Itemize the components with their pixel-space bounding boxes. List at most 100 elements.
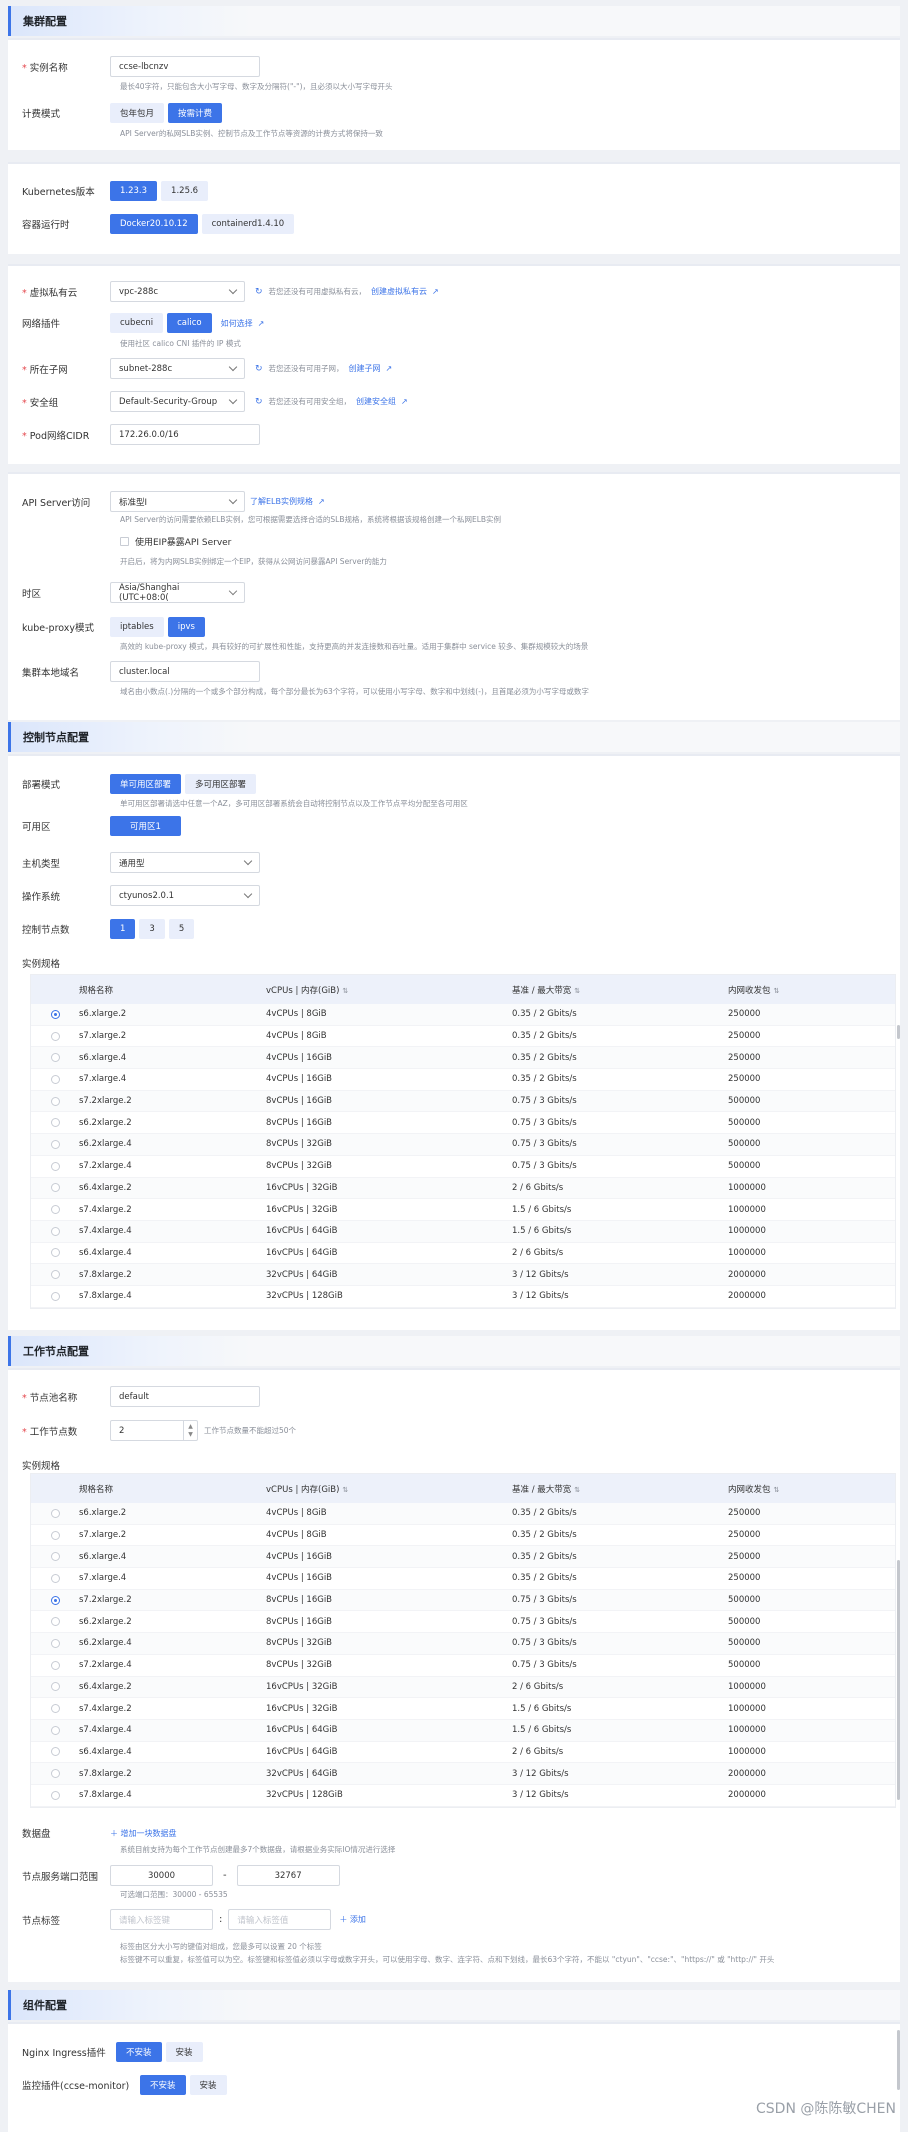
table-row[interactable]: s6.4xlarge.4 16vCPUs | 64GiB 2 / 6 Gbits/s… (31, 1243, 895, 1265)
row-radio[interactable] (50, 1053, 60, 1063)
monitor-option-install[interactable]: 安装 (189, 2075, 227, 2095)
az-option-1[interactable]: 可用区1 (110, 816, 181, 836)
row-radio[interactable] (50, 1270, 60, 1280)
worker-count-stepper[interactable]: 2 ▲ ▼ (110, 1420, 198, 1441)
row-radio[interactable] (50, 1248, 60, 1258)
table-row[interactable]: s7.xlarge.2 4vCPUs | 8GiB 0.35 / 2 Gbits/s… (31, 1525, 895, 1547)
table-row[interactable]: s7.4xlarge.4 16vCPUs | 64GiB 1.5 / 6 Gbits… (31, 1719, 895, 1742)
k8s-version-option-1[interactable]: 1.23.3 (110, 181, 158, 201)
table-row[interactable]: s7.xlarge.4 4vCPUs | 16GiB 0.35 / 2 Gbits/… (31, 1069, 895, 1091)
add-data-disk-link[interactable]: ＋ 增加一块数据盘 (110, 1828, 177, 1839)
create-security-group-link[interactable]: 创建安全组 (356, 396, 396, 407)
table-row[interactable]: s7.4xlarge.2 16vCPUs | 32GiB 1.5 / 6 Gbits… (31, 1698, 895, 1720)
network-option-cubecni[interactable]: cubecni (110, 313, 164, 333)
vpc-select[interactable]: vpc-288c (110, 281, 245, 302)
row-radio[interactable] (50, 1725, 60, 1735)
components-scrollbar[interactable] (897, 2030, 900, 2090)
cluster-domain-input[interactable]: cluster.local (110, 661, 260, 682)
k8s-version-option-2[interactable]: 1.25.6 (161, 181, 209, 201)
runtime-option-containerd[interactable]: containerd1.4.10 (201, 214, 295, 234)
port-min-input[interactable]: 30000 (110, 1865, 213, 1886)
sort-icon[interactable]: ⇅ (574, 1486, 580, 1494)
port-max-input[interactable]: 32767 (236, 1865, 340, 1886)
nginx-option-install[interactable]: 安装 (165, 2042, 203, 2062)
row-radio[interactable] (50, 1161, 60, 1171)
table-row[interactable]: s7.2xlarge.4 8vCPUs | 32GiB 0.75 / 3 Gbits… (31, 1156, 895, 1178)
sort-icon[interactable]: ⇅ (774, 987, 780, 995)
create-subnet-link[interactable]: 创建子网 (349, 363, 381, 374)
refresh-icon[interactable]: ↻ (255, 397, 263, 407)
row-radio[interactable] (50, 1291, 60, 1301)
table-row[interactable]: s6.4xlarge.4 16vCPUs | 64GiB 2 / 6 Gbits/s… (31, 1742, 895, 1764)
eip-checkbox[interactable] (120, 537, 129, 546)
row-radio[interactable] (50, 1682, 60, 1692)
kube-proxy-option-ipvs[interactable]: ipvs (167, 617, 205, 637)
table-row[interactable]: s6.2xlarge.4 8vCPUs | 32GiB 0.75 / 3 Gbits… (31, 1633, 895, 1655)
control-count-option-5[interactable]: 5 (168, 919, 195, 939)
create-vpc-link[interactable]: 创建虚拟私有云 (371, 286, 427, 297)
column-header[interactable]: vCPUs | 内存(GiB) ⇅ (266, 1483, 512, 1495)
table-row[interactable]: s6.2xlarge.2 8vCPUs | 16GiB 0.75 / 3 Gbits… (31, 1611, 895, 1634)
column-header[interactable]: 内网收发包 ⇅ (728, 984, 895, 996)
kube-proxy-option-iptables[interactable]: iptables (110, 617, 164, 637)
table-row[interactable]: s7.xlarge.4 4vCPUs | 16GiB 0.35 / 2 Gbits/… (31, 1568, 895, 1590)
nginx-option-not-install[interactable]: 不安装 (116, 2042, 162, 2062)
tag-value-input[interactable]: 请输入标签值 (228, 1909, 332, 1930)
table-row[interactable]: s7.4xlarge.4 16vCPUs | 64GiB 1.5 / 6 Gbits… (31, 1220, 895, 1243)
tag-key-input[interactable]: 请输入标签键 (110, 1909, 213, 1930)
table-row[interactable]: s7.2xlarge.2 8vCPUs | 16GiB 0.75 / 3 Gbits… (31, 1090, 895, 1113)
row-radio[interactable] (50, 1595, 60, 1605)
table-row[interactable]: s7.8xlarge.4 32vCPUs | 128GiB 3 / 12 Gbits… (31, 1785, 895, 1807)
elb-spec-link[interactable]: 了解ELB实例规格 (250, 496, 313, 507)
table-row[interactable]: s7.8xlarge.2 32vCPUs | 64GiB 3 / 12 Gbits/… (31, 1264, 895, 1286)
billing-option-ondemand[interactable]: 按需计费 (168, 103, 223, 123)
table-row[interactable]: s6.4xlarge.2 16vCPUs | 32GiB 2 / 6 Gbits/s… (31, 1676, 895, 1699)
table-row[interactable]: s6.xlarge.4 4vCPUs | 16GiB 0.35 / 2 Gbits/… (31, 1047, 895, 1070)
table-row[interactable]: s7.4xlarge.2 16vCPUs | 32GiB 1.5 / 6 Gbits… (31, 1199, 895, 1221)
row-radio[interactable] (50, 1226, 60, 1236)
row-radio[interactable] (50, 1769, 60, 1779)
network-option-calico[interactable]: calico (167, 313, 212, 333)
row-radio[interactable] (50, 1747, 60, 1757)
refresh-icon[interactable]: ↻ (255, 287, 263, 297)
table-row[interactable]: s6.xlarge.2 4vCPUs | 8GiB 0.35 / 2 Gbits/s… (31, 1503, 895, 1525)
row-radio[interactable] (50, 1139, 60, 1149)
table-row[interactable]: s7.2xlarge.2 8vCPUs | 16GiB 0.75 / 3 Gbits… (31, 1589, 895, 1612)
add-tag-link[interactable]: ＋ 添加 (339, 1914, 366, 1925)
table-row[interactable]: s6.2xlarge.2 8vCPUs | 16GiB 0.75 / 3 Gbits… (31, 1112, 895, 1135)
billing-option-prepaid[interactable]: 包年包月 (110, 103, 165, 123)
column-header[interactable]: 内网收发包 ⇅ (728, 1483, 895, 1495)
deploy-option-single-az[interactable]: 单可用区部署 (110, 774, 182, 794)
refresh-icon[interactable]: ↻ (255, 364, 263, 374)
row-radio[interactable] (50, 1074, 60, 1084)
api-server-select[interactable]: 标准型I (110, 491, 245, 512)
timezone-select[interactable]: Asia/Shanghai (UTC+08:0( (110, 582, 245, 603)
sort-icon[interactable]: ⇅ (342, 987, 348, 995)
table-row[interactable]: s7.xlarge.2 4vCPUs | 8GiB 0.35 / 2 Gbits/s… (31, 1026, 895, 1048)
table-row[interactable]: s7.2xlarge.4 8vCPUs | 32GiB 0.75 / 3 Gbits… (31, 1655, 895, 1677)
row-radio[interactable] (50, 1183, 60, 1193)
table-row[interactable]: s7.8xlarge.2 32vCPUs | 64GiB 3 / 12 Gbits/… (31, 1763, 895, 1785)
how-to-choose-link[interactable]: 如何选择 (221, 318, 253, 329)
row-radio[interactable] (50, 1205, 60, 1215)
sort-icon[interactable]: ⇅ (574, 987, 580, 995)
deploy-option-multi-az[interactable]: 多可用区部署 (185, 774, 257, 794)
row-radio[interactable] (50, 1704, 60, 1714)
stepper-arrows-icon[interactable]: ▲ ▼ (183, 1421, 197, 1440)
page-scrollbar[interactable] (897, 1560, 900, 1800)
host-type-select[interactable]: 通用型 (110, 852, 260, 873)
sort-icon[interactable]: ⇅ (774, 1486, 780, 1494)
control-count-option-3[interactable]: 3 (139, 919, 165, 939)
column-header[interactable]: 基准 / 最大带宽 ⇅ (512, 984, 728, 996)
row-radio[interactable] (50, 1508, 60, 1518)
monitor-option-not-install[interactable]: 不安装 (140, 2075, 186, 2095)
column-header[interactable]: 基准 / 最大带宽 ⇅ (512, 1483, 728, 1495)
table-scrollbar[interactable] (897, 1025, 900, 1039)
table-row[interactable]: s7.8xlarge.4 32vCPUs | 128GiB 3 / 12 Gbits… (31, 1286, 895, 1308)
pool-name-input[interactable]: default (110, 1386, 260, 1407)
row-radio[interactable] (50, 1118, 60, 1128)
row-radio[interactable] (50, 1552, 60, 1562)
subnet-select[interactable]: subnet-288c (110, 358, 245, 379)
table-row[interactable]: s6.4xlarge.2 16vCPUs | 32GiB 2 / 6 Gbits/s… (31, 1177, 895, 1200)
row-radio[interactable] (50, 1096, 60, 1106)
